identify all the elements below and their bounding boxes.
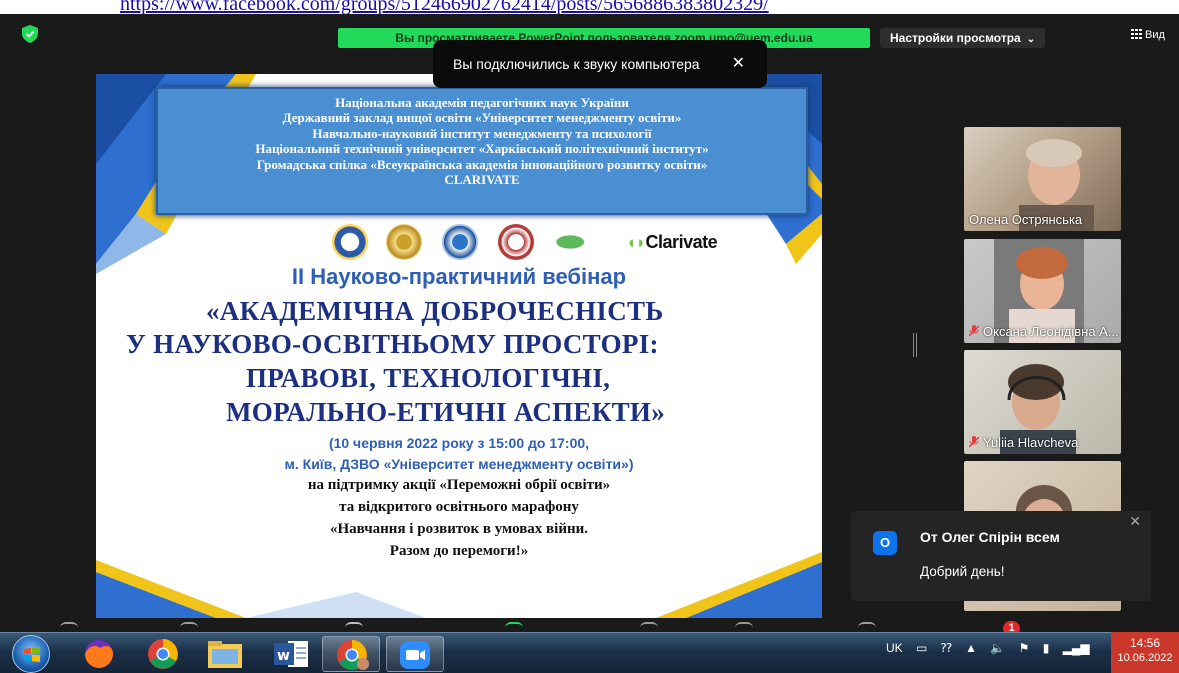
reactions-button[interactable] [640, 622, 658, 632]
participant-tile[interactable]: Олена Острянська [964, 127, 1121, 231]
keyboard-icon[interactable]: ▭ [916, 641, 927, 655]
main-title-line: ПРАВОВІ, ТЕХНОЛОГІЧНІ, [246, 363, 611, 393]
show-hidden-icons-icon[interactable]: ▲ [965, 641, 977, 655]
main-title-line: МОРАЛЬНО-ЕТИЧНІ АСПЕКТИ» [226, 397, 666, 427]
organizer-line: Національна академія педагогічних наук У… [335, 95, 629, 110]
clock-time: 14:56 [1129, 636, 1161, 650]
screen: https://www.facebook.com/groups/51246690… [0, 0, 1179, 673]
browser-url-strip: https://www.facebook.com/groups/51246690… [0, 0, 1179, 14]
naps-logo [332, 224, 368, 260]
support-line: та відкритого освітнього марафону [339, 499, 579, 515]
support-line: на підтримку акції «Переможні обрії осві… [307, 477, 611, 493]
mic-muted-icon [969, 325, 979, 337]
participants-button[interactable] [345, 622, 363, 632]
whiteboard-button[interactable] [858, 622, 876, 632]
chat-sender: От Олег Спірін всем [920, 529, 1060, 545]
chrome-icon [337, 640, 369, 670]
participant-name: Оксана Леонідівна А... [983, 324, 1119, 339]
shared-slide: Національна академія педагогічних наук У… [96, 74, 822, 618]
organizer-line: CLARIVATE [444, 172, 520, 188]
mic-muted-icon [969, 436, 979, 448]
taskbar-chrome-active[interactable] [322, 636, 380, 672]
organizer-line: Громадська спілка «Всеукраїнська академі… [256, 156, 708, 172]
support-line: «Навчання і розвиток в умовах війни. [330, 521, 588, 537]
participant-name-row: Yuliia Hlavcheva [969, 435, 1078, 450]
chrome-icon [148, 639, 178, 669]
system-tray: UK ▭ ⁇ ▲ 🔈 ⚑ ▮ ▂▄▆ [886, 641, 1100, 667]
apps-button[interactable] [735, 622, 753, 632]
zoom-icon [400, 641, 430, 669]
main-title-line: «АКАДЕМІЧНА ДОБРОЧЕСНІСТЬ [206, 296, 664, 326]
participant-tile[interactable]: Оксана Леонідівна А... [964, 239, 1121, 343]
clarivate-logo: ◖◗Clarivate [626, 232, 718, 253]
location-line: м. Київ, ДЗВО «Університет менеджменту о… [284, 456, 634, 472]
security-shield-icon[interactable] [22, 25, 38, 43]
signal-icon[interactable]: ▂▄▆ [1063, 641, 1090, 655]
umo-logo [386, 224, 422, 260]
view-button[interactable]: Вид [1131, 28, 1165, 42]
view-options-dropdown[interactable]: Настройки просмотра ⌄ [880, 28, 1046, 48]
folder-icon [208, 641, 242, 668]
language-indicator[interactable]: UK [886, 641, 903, 655]
start-button[interactable] [12, 635, 50, 673]
close-icon[interactable]: ✕ [1129, 513, 1141, 530]
clarivate-logo-text: Clarivate [645, 232, 718, 252]
view-options-label: Настройки просмотра [890, 31, 1021, 45]
chat-message: Добрий день! [920, 564, 1005, 579]
slide-footer-decoration [96, 552, 822, 618]
organizers-box: Національна академія педагогічних наук У… [156, 87, 808, 215]
word-icon: w [274, 641, 308, 667]
taskbar-chrome[interactable] [134, 636, 192, 672]
power-icon[interactable]: ▮ [1043, 641, 1050, 655]
kpi-logo [498, 224, 534, 260]
main-title-line: У НАУКОВО-ОСВІТНЬОМУ ПРОСТОРІ: [126, 329, 659, 359]
view-button-label: Вид [1145, 29, 1165, 41]
participant-name: Yuliia Hlavcheva [983, 435, 1079, 450]
nni-logo [442, 224, 478, 260]
webinar-title: ІІ Науково-практичний вебінар [291, 264, 627, 289]
taskbar-explorer[interactable] [196, 636, 254, 672]
grid-view-icon [1131, 29, 1142, 39]
organizer-line: Національний технічний університет «Харк… [255, 141, 709, 157]
participant-name: Олена Острянська [969, 212, 1083, 227]
chevron-down-icon: ⌄ [1026, 34, 1036, 45]
clock-date: 10.06.2022 [1117, 652, 1173, 664]
gallery-resize-handle[interactable] [913, 333, 917, 357]
windows-taskbar: w UK ▭ ⁇ ▲ 🔈 ⚑ ▮ ▂▄▆ [0, 632, 1179, 673]
taskbar-zoom[interactable] [386, 636, 444, 672]
clarivate-mark-icon: ◖◗ [626, 233, 646, 252]
windows-logo-icon [24, 647, 40, 662]
avatar: О [873, 531, 897, 555]
mute-button[interactable] [60, 622, 78, 632]
organizer-line: Навчально-науковий інститут менеджменту … [312, 125, 652, 141]
close-icon[interactable]: ✕ [732, 40, 745, 88]
chat-notification[interactable]: О От Олег Спірін всем Добрий день! ✕ [851, 511, 1151, 601]
firefox-icon [85, 640, 113, 668]
network-icon[interactable]: ⁇ [941, 641, 952, 655]
organizer-line: Державний заклад вищої освіти «Університ… [282, 110, 682, 126]
action-center-flag-icon[interactable]: ⚑ [1019, 641, 1030, 655]
share-screen-button[interactable] [505, 622, 523, 632]
svg-text:w: w [277, 648, 290, 664]
volume-icon[interactable]: 🔈 [990, 641, 1005, 655]
participant-name-row: Оксана Леонідівна А... [969, 324, 1119, 339]
partner-logos: ◖◗Clarivate [326, 218, 718, 264]
video-button[interactable] [180, 622, 198, 632]
audio-toast-text: Вы подключились к звуку компьютера [453, 56, 700, 72]
taskbar-clock[interactable]: 14:56 10.06.2022 [1111, 632, 1179, 673]
audio-connected-toast: Вы подключились к звуку компьютера ✕ [433, 40, 767, 88]
taskbar-word[interactable]: w [262, 636, 320, 672]
date-line: (10 червня 2022 року з 15:00 до 17:00, [328, 435, 590, 451]
taskbar-firefox[interactable] [70, 636, 128, 672]
facebook-post-link[interactable]: https://www.facebook.com/groups/51246690… [120, 0, 769, 14]
participant-tile[interactable]: Yuliia Hlavcheva [964, 350, 1121, 454]
academy-logo [554, 224, 608, 260]
